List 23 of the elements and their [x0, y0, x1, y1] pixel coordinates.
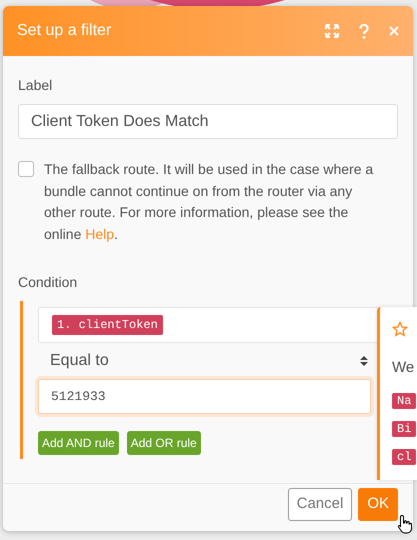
expand-icon[interactable] [325, 24, 339, 38]
value-field[interactable]: 5121933 [38, 378, 371, 414]
help-icon[interactable] [359, 24, 369, 38]
fallback-description: The fallback route. It will be used in the case where a bundle cannot continue on from the router via any other route. For more information, please see the online Help. [44, 160, 374, 244]
ok-button[interactable]: OK [358, 488, 398, 521]
variable-tag[interactable]: 1. clientToken [52, 314, 163, 335]
label-caption: Label [18, 76, 52, 95]
close-icon[interactable] [389, 26, 399, 36]
variable-tag[interactable]: cl [392, 449, 416, 465]
cancel-button[interactable]: Cancel [288, 488, 352, 521]
operand-field[interactable]: 1. clientToken [38, 306, 380, 343]
dialog-title: Set up a filter [17, 21, 112, 41]
add-rule-button[interactable]: Add OR rule [126, 430, 201, 455]
caret-icon [360, 354, 368, 367]
label-field[interactable]: Client Token Does Match [18, 104, 398, 139]
variable-tag[interactable]: Bi [392, 421, 416, 437]
operator-select[interactable]: Equal to [38, 342, 380, 379]
add-rule-button[interactable]: Add AND rule [38, 430, 119, 455]
star-icon[interactable] [392, 320, 408, 337]
fallback-checkbox[interactable] [18, 161, 34, 177]
condition-caption: Condition [18, 272, 78, 292]
variable-tag[interactable]: Na [392, 393, 416, 409]
panel-heading: We [392, 358, 414, 378]
